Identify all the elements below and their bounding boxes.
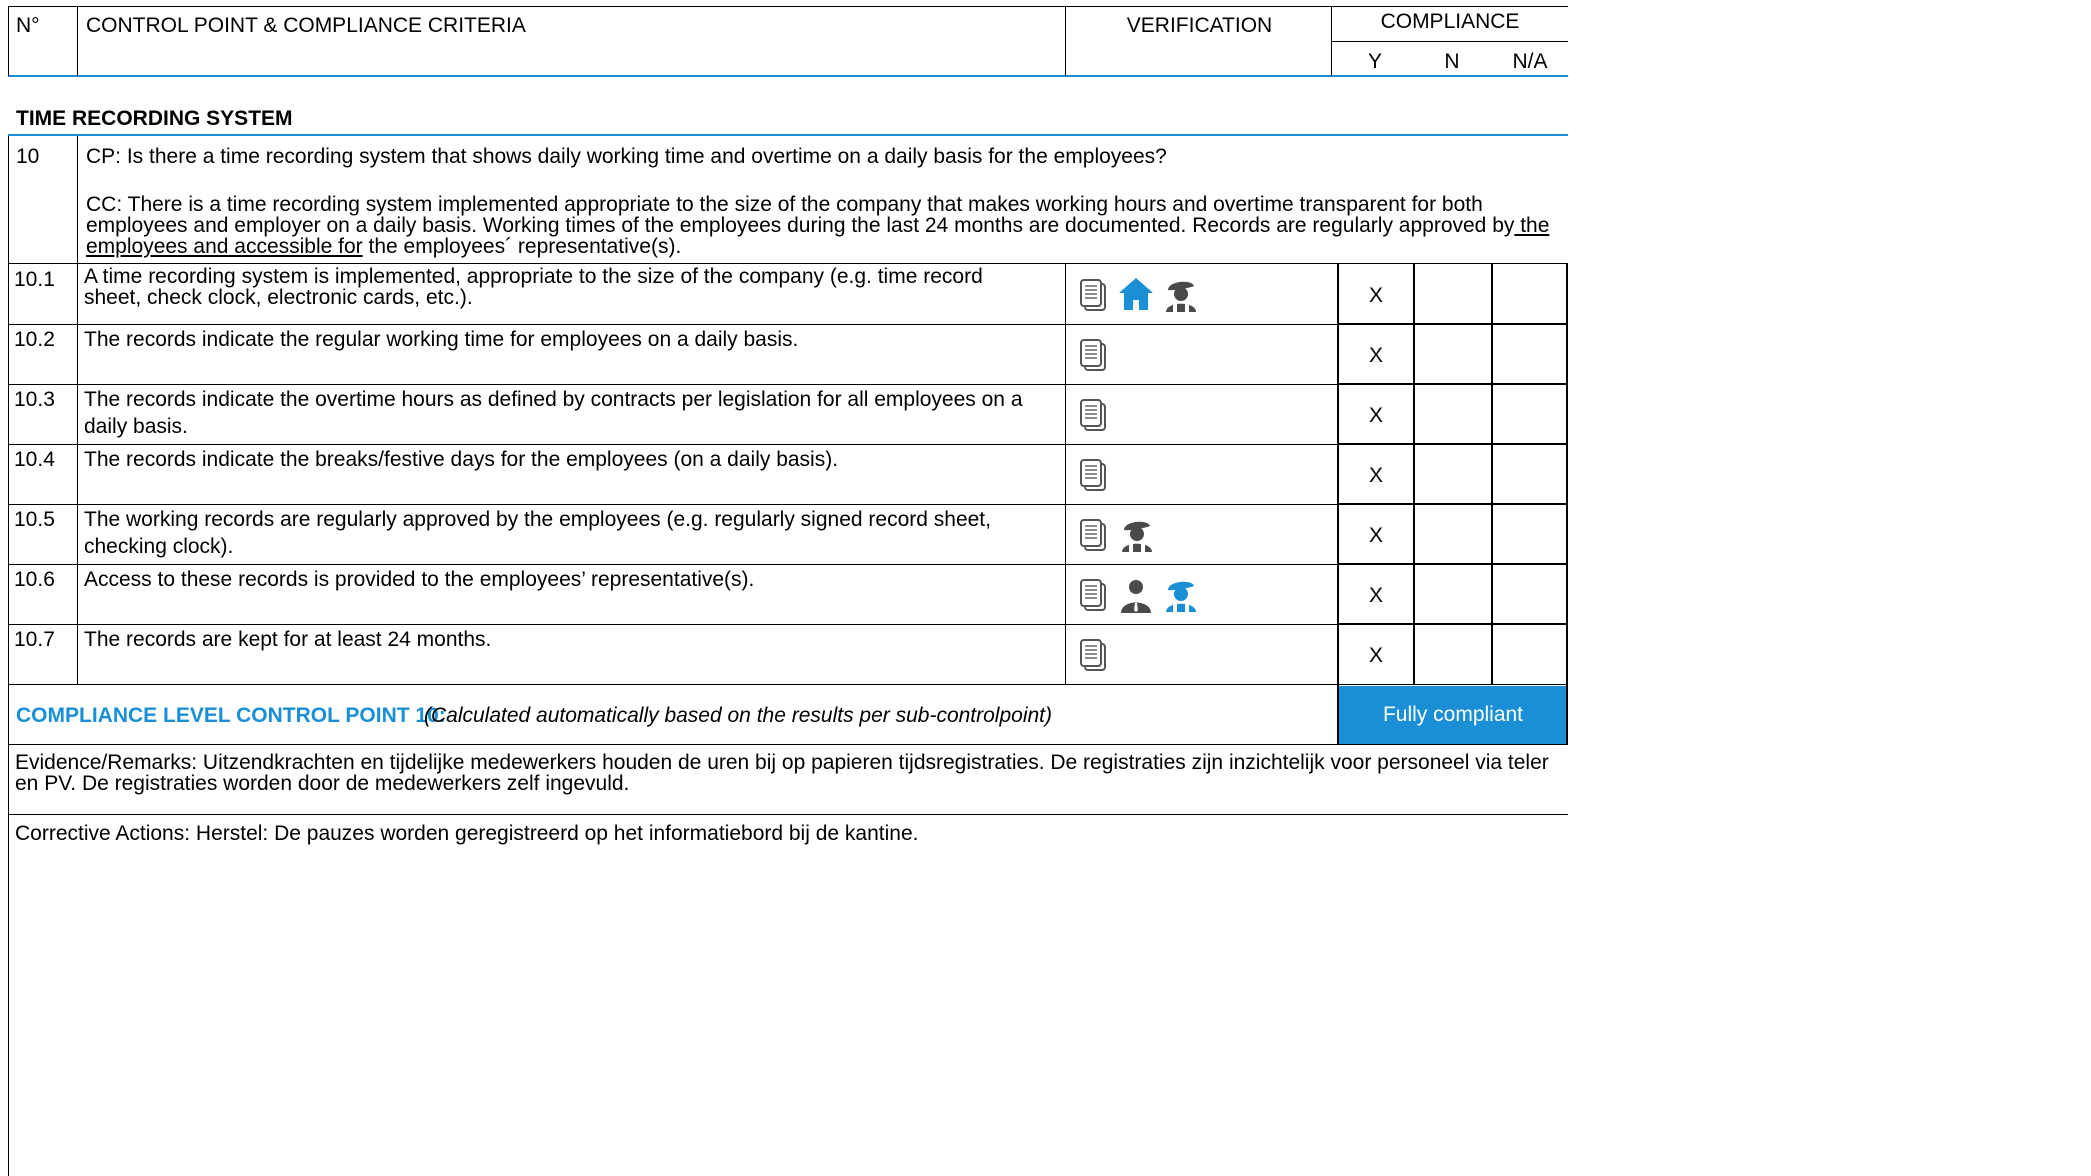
header-criteria: CONTROL POINT & COMPLIANCE CRITERIA (86, 14, 526, 37)
row-text: The records indicate the breaks/festive … (84, 448, 839, 471)
row-number: 10.5 (14, 508, 55, 531)
worker-icon (1160, 574, 1200, 614)
evidence-remarks: Evidence/Remarks: Uitzendkrachten en tij… (15, 751, 1549, 795)
document-icon (1072, 275, 1112, 315)
row-number: 10.1 (14, 268, 55, 291)
compliance-y-mark[interactable]: X (1356, 402, 1396, 429)
compliance-y-mark[interactable]: X (1356, 522, 1396, 549)
document-icon (1072, 515, 1112, 555)
document-icon (1072, 455, 1112, 495)
compliance-level-note: (Calculated automatically based on the r… (424, 704, 1053, 727)
document-icon (1072, 635, 1112, 675)
header-compliance: COMPLIANCE (1380, 10, 1520, 33)
row-text: Access to these records is provided to t… (84, 568, 755, 591)
document-icon (1072, 335, 1112, 375)
corrective-actions: Corrective Actions: Herstel: De pauzes w… (15, 822, 919, 845)
row-text: A time recording system is implemented, … (84, 265, 983, 309)
header-n: N (1444, 50, 1460, 73)
manager-icon (1116, 575, 1156, 615)
row-text: The records are kept for at least 24 mon… (84, 628, 492, 651)
compliance-y-mark[interactable]: X (1356, 342, 1396, 369)
compliance-result-badge: Fully compliant (1338, 686, 1568, 744)
compliance-y-mark[interactable]: X (1356, 462, 1396, 489)
compliance-result-text: Fully compliant (1382, 703, 1524, 726)
worker-icon (1160, 274, 1200, 314)
cc-text-2: the employees´ representative(s). (362, 235, 682, 258)
worker-icon (1116, 514, 1156, 554)
row-number: 10.6 (14, 568, 55, 591)
row-text: The working records are regularly approv… (84, 508, 991, 558)
header-no: N° (16, 14, 40, 37)
cp-number: 10 (16, 145, 40, 168)
row-number: 10.2 (14, 328, 55, 351)
compliance-y-mark[interactable]: X (1356, 282, 1396, 309)
section-title: TIME RECORDING SYSTEM (16, 107, 293, 130)
cp-question: CP: Is there a time recording system tha… (86, 145, 1167, 168)
document-icon (1072, 575, 1112, 615)
header-verification: VERIFICATION (1126, 14, 1273, 37)
compliance-level-label: COMPLIANCE LEVEL CONTROL POINT 10: (16, 704, 446, 727)
row-number: 10.4 (14, 448, 55, 471)
row-text: The records indicate the overtime hours … (84, 388, 1023, 438)
document-icon (1072, 395, 1112, 435)
header-y: Y (1367, 50, 1382, 73)
compliance-y-mark[interactable]: X (1356, 582, 1396, 609)
cc-text-1: CC: There is a time recording system imp… (86, 193, 1515, 237)
compliance-y-mark[interactable]: X (1356, 642, 1396, 669)
row-number: 10.3 (14, 388, 55, 411)
header-na: N/A (1512, 50, 1548, 73)
home-icon (1116, 274, 1156, 314)
row-number: 10.7 (14, 628, 55, 651)
cc-criteria: CC: There is a time recording system imp… (86, 194, 1556, 257)
row-text: The records indicate the regular working… (84, 328, 799, 351)
